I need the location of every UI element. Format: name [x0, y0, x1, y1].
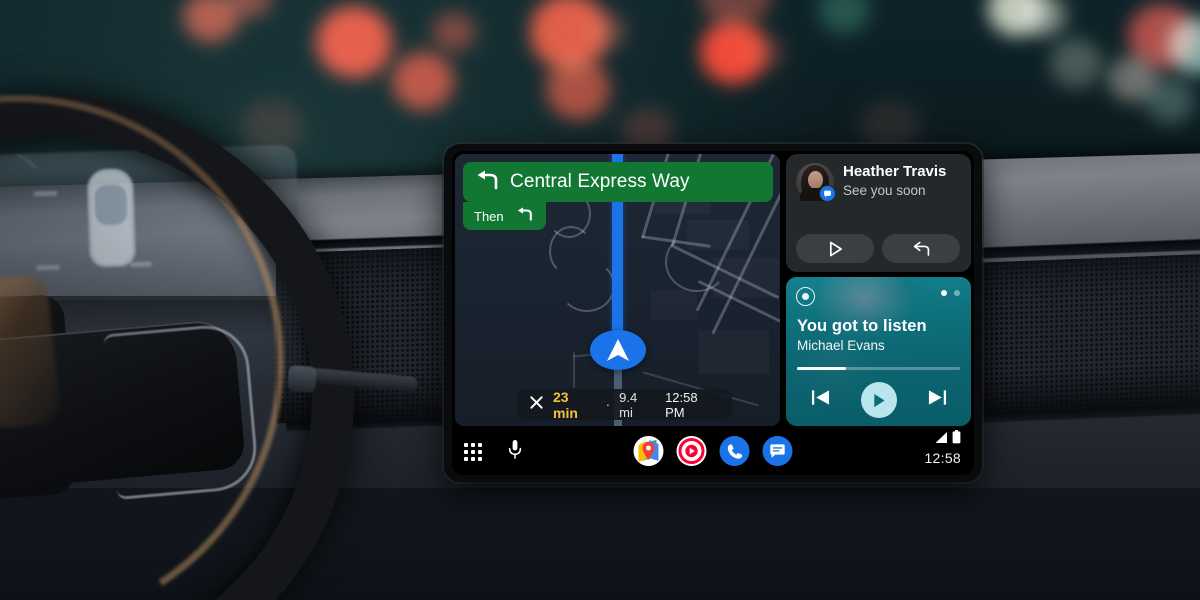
map-panel[interactable]: Central Express Way Then 23 min · 9.4 mi… — [455, 154, 780, 426]
play-button[interactable] — [860, 382, 897, 418]
map-block — [699, 330, 769, 374]
eta-distance: 9.4 mi — [619, 389, 638, 420]
apps-grid-icon[interactable] — [464, 443, 482, 461]
app-icon-youtube-music[interactable] — [676, 436, 707, 466]
message-notification-card[interactable]: Heather Travis See you soon — [786, 154, 971, 272]
eta-separator: · — [605, 397, 611, 412]
taskbar-app-icons — [633, 436, 793, 466]
taskbar-left-group — [464, 439, 522, 465]
message-text-block: Heather Travis See you soon — [843, 163, 946, 199]
app-icon-phone[interactable] — [719, 436, 750, 466]
eta-arrival-time: 12:58 PM — [665, 389, 698, 420]
page-indicator-dots — [941, 290, 960, 296]
media-artist: Michael Evans — [797, 338, 885, 353]
bokeh-light — [432, 12, 476, 52]
page-dot — [954, 290, 960, 296]
bokeh-light — [1050, 38, 1102, 88]
message-actions — [796, 234, 960, 263]
map-road — [573, 352, 575, 388]
bokeh-light — [546, 58, 610, 120]
status-clock: 12:58 — [924, 450, 961, 466]
bokeh-light — [1022, 0, 1066, 36]
media-title: You got to listen — [797, 317, 927, 335]
bokeh-light — [818, 0, 870, 34]
close-icon[interactable] — [529, 395, 544, 415]
map-block — [651, 290, 697, 320]
map-curve — [665, 232, 729, 292]
grille-shading — [980, 253, 1200, 413]
eta-bar[interactable]: 23 min · 9.4 mi 12:58 PM — [517, 388, 732, 421]
column-stalk-knob — [286, 364, 318, 394]
play-message-button[interactable] — [796, 234, 874, 263]
bokeh-light — [392, 52, 454, 110]
skip-next-icon[interactable] — [927, 388, 948, 412]
reply-button[interactable] — [882, 234, 960, 263]
page-dot-active — [941, 290, 947, 296]
bokeh-light — [745, 34, 785, 72]
map-curve — [559, 260, 615, 312]
media-transport-controls — [786, 382, 971, 418]
speaker-grille-right — [980, 253, 1200, 413]
android-auto-screen: Central Express Way Then 23 min · 9.4 mi… — [452, 151, 974, 475]
bokeh-light — [588, 12, 628, 50]
taskbar-status-area: 12:58 — [924, 430, 961, 467]
media-progress-fill — [797, 367, 846, 370]
turn-left-arrow-icon — [475, 170, 499, 195]
navigation-street-name: Central Express Way — [510, 171, 690, 192]
youtube-music-icon — [796, 287, 815, 306]
steering-wheel-spoke-edge — [103, 322, 260, 500]
eta-duration: 23 min — [553, 388, 578, 421]
message-header: Heather Travis See you soon — [796, 163, 961, 202]
navigation-then-banner: Then — [463, 202, 546, 230]
app-icon-messages[interactable] — [762, 436, 793, 466]
turn-left-arrow-icon — [516, 206, 533, 226]
avatar — [796, 163, 836, 202]
status-icons — [924, 430, 961, 449]
signal-strength-icon — [934, 431, 948, 449]
app-icon-maps[interactable] — [633, 436, 664, 466]
navigation-banner: Central Express Way — [463, 162, 773, 202]
navigation-chevron-icon — [590, 330, 646, 370]
message-sender-name: Heather Travis — [843, 163, 947, 180]
media-player-card[interactable]: You got to listen Michael Evans — [786, 277, 971, 426]
battery-icon — [952, 430, 961, 449]
media-progress-bar[interactable] — [797, 367, 960, 370]
bokeh-light — [316, 6, 392, 78]
messages-badge-icon — [819, 185, 836, 202]
taskbar: 12:58 — [452, 428, 974, 475]
car-interior-scene: Central Express Way Then 23 min · 9.4 mi… — [0, 0, 1200, 600]
navigation-then-label: Then — [474, 208, 504, 224]
skip-previous-icon[interactable] — [810, 388, 831, 412]
bokeh-light — [1146, 78, 1194, 124]
bokeh-light — [700, 0, 772, 26]
microphone-icon[interactable] — [508, 439, 522, 465]
message-preview-text: See you soon — [843, 183, 926, 198]
